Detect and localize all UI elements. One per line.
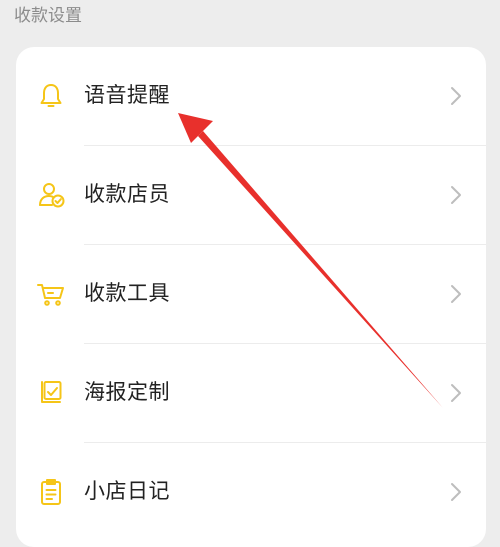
- setting-item-collection-tools[interactable]: 收款工具: [16, 245, 486, 343]
- cart-icon: [36, 279, 66, 309]
- setting-item-collection-staff[interactable]: 收款店员: [16, 146, 486, 244]
- setting-item-voice-reminder[interactable]: 语音提醒: [16, 47, 486, 145]
- poster-icon: [36, 378, 66, 408]
- chevron-right-icon: [448, 382, 464, 404]
- setting-item-label: 收款店员: [84, 182, 170, 206]
- settings-card: 语音提醒 收款店员 收款工具 海报定制 小店日记: [16, 47, 486, 547]
- setting-item-shop-diary[interactable]: 小店日记: [16, 443, 486, 541]
- chevron-right-icon: [448, 85, 464, 107]
- chevron-right-icon: [448, 184, 464, 206]
- chevron-right-icon: [448, 283, 464, 305]
- setting-item-label: 语音提醒: [84, 83, 170, 107]
- chevron-right-icon: [448, 481, 464, 503]
- bell-icon: [36, 81, 66, 111]
- setting-item-poster-custom[interactable]: 海报定制: [16, 344, 486, 442]
- staff-check-icon: [36, 180, 66, 210]
- clipboard-icon: [36, 477, 66, 507]
- section-title: 收款设置: [14, 6, 82, 26]
- setting-item-label: 小店日记: [84, 479, 170, 503]
- setting-item-label: 收款工具: [84, 281, 170, 305]
- setting-item-label: 海报定制: [84, 380, 170, 404]
